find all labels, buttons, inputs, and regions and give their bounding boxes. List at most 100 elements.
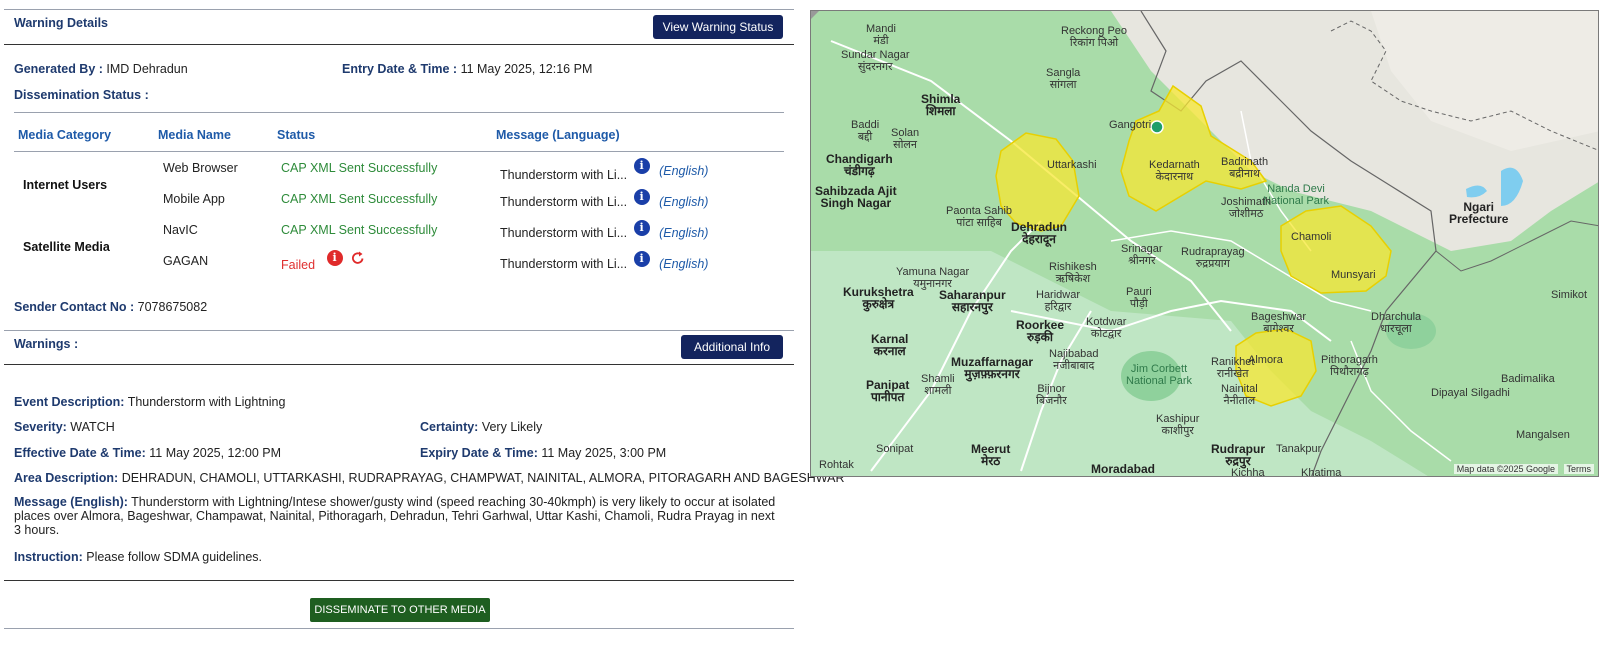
language-link[interactable]: (English) xyxy=(659,189,708,209)
map-label: Almora xyxy=(1248,354,1283,366)
map-label: Reckong Peo रिकांग पिओ xyxy=(1061,25,1128,49)
event-description: Event Description: Thunderstorm with Lig… xyxy=(14,395,286,409)
map-label: Mangalsen xyxy=(1516,429,1570,441)
entry-date: Entry Date & Time : 11 May 2025, 12:16 P… xyxy=(342,62,593,76)
view-warning-status-button[interactable]: View Warning Status xyxy=(653,15,783,39)
language-link[interactable]: (English) xyxy=(659,251,708,271)
map-terms-link[interactable]: Terms xyxy=(1563,464,1594,474)
message-text: Thunderstorm with Li... xyxy=(500,257,628,271)
media-name: Web Browser xyxy=(163,161,238,175)
divider xyxy=(4,628,794,629)
map-label: Kashipur काशीपुर xyxy=(1156,413,1200,437)
info-icon[interactable]: i xyxy=(633,220,650,236)
info-icon[interactable]: i xyxy=(633,251,650,267)
map-label: Najibabad नजीबाबाद xyxy=(1049,348,1099,372)
divider xyxy=(4,580,794,581)
message-text: Thunderstorm with Li... xyxy=(500,167,628,182)
media-name: GAGAN xyxy=(163,254,209,268)
expiry-date: Expiry Date & Time: 11 May 2025, 3:00 PM xyxy=(420,446,667,460)
map-label: Shamli शामली xyxy=(921,373,955,397)
map-label: Rudrapur रुद्रपुर xyxy=(1211,442,1265,468)
map-canvas xyxy=(811,11,1598,476)
map-label: Baddi बद्दी xyxy=(851,119,880,143)
status-text: CAP XML Sent Successfully xyxy=(281,192,438,206)
message-text: Thunderstorm with Li... xyxy=(500,195,628,209)
map-label: Muzaffarnagar मुज़फ़्फ़रनगर xyxy=(951,355,1034,381)
media-name: Mobile App xyxy=(163,192,225,206)
map-label: Panipat पानीपत xyxy=(866,378,910,404)
col-header-media-category: Media Category xyxy=(18,128,112,142)
info-icon[interactable]: i xyxy=(633,189,650,205)
map-label: Munsyari xyxy=(1331,269,1376,281)
col-header-status: Status xyxy=(277,128,316,142)
map-label: Bageshwar बागेश्वर xyxy=(1251,311,1307,335)
table-header-border xyxy=(14,151,784,152)
map-label: Sundar Nagar सुंदरनगर xyxy=(841,49,910,73)
map-label: Kurukshetra कुरुक्षेत्र xyxy=(843,285,914,311)
instruction: Instruction: Please follow SDMA guidelin… xyxy=(14,550,263,564)
divider xyxy=(4,44,794,45)
map-label: Karnal करनाल xyxy=(871,332,909,358)
message-english: Message (English): Thunderstorm with Lig… xyxy=(14,495,776,537)
message-cell: Thunderstorm with Li... i (English) xyxy=(500,189,708,209)
map-label: Joshimath जोशीमठ xyxy=(1221,196,1272,220)
message-cell: Thunderstorm with Li... i (English) xyxy=(500,158,708,182)
divider xyxy=(4,330,794,331)
table-top-border xyxy=(14,112,784,113)
media-name: NavIC xyxy=(163,223,198,237)
category-satellite-media: Satellite Media xyxy=(23,240,110,254)
info-icon[interactable]: i xyxy=(633,158,650,174)
map-label: Pauri पौड़ी xyxy=(1126,286,1152,310)
map-label: Nanda Devi National Park xyxy=(1263,183,1330,207)
message-cell: Thunderstorm with Li... i (English) xyxy=(500,251,708,271)
retry-icon[interactable] xyxy=(351,251,365,269)
map-label: Bijnor बिजनौर xyxy=(1036,383,1067,407)
map-label: Tanakpur xyxy=(1276,443,1322,455)
status-cell: Failed i xyxy=(281,250,365,272)
map-label: Kichha xyxy=(1231,467,1265,477)
warning-area-map[interactable]: Reckong Peo रिकांग पिओ Sangla सांगला Mandi… xyxy=(810,10,1599,477)
map-label: Meerut मेरठ xyxy=(971,442,1011,468)
map-label: Pithoragarh पिथौरागढ़ xyxy=(1321,354,1378,378)
col-header-message: Message (Language) xyxy=(496,128,620,142)
divider xyxy=(4,9,794,10)
effective-date: Effective Date & Time: 11 May 2025, 12:0… xyxy=(14,446,282,460)
warning-panel: Warning Details View Warning Status Gene… xyxy=(4,0,844,650)
status-text: CAP XML Sent Successfully xyxy=(281,223,438,237)
map-label: Uttarkashi xyxy=(1047,159,1097,171)
language-link[interactable]: (English) xyxy=(659,220,708,240)
map-label: Sonipat xyxy=(876,443,914,455)
map-label: Khatima xyxy=(1301,467,1342,477)
warnings-title: Warnings : xyxy=(14,337,79,351)
map-label: Dehradun देहरादून xyxy=(1011,220,1068,246)
status-text-failed: Failed xyxy=(281,258,316,272)
map-label: Rohtak xyxy=(819,459,854,471)
map-label: Roorkee रुड़की xyxy=(1016,318,1065,344)
section-title: Warning Details xyxy=(14,16,108,30)
additional-info-button[interactable]: Additional Info xyxy=(681,335,783,359)
map-label: Srinagar श्रीनगर xyxy=(1121,243,1163,267)
message-text: Thunderstorm with Li... xyxy=(500,226,628,240)
col-header-media-name: Media Name xyxy=(158,128,231,142)
map-label: Solan सोलन xyxy=(891,127,920,151)
map-label: Paonta Sahib पांटा साहिब xyxy=(946,205,1013,229)
disseminate-button[interactable]: DISSEMINATE TO OTHER MEDIA xyxy=(310,598,490,622)
generated-by: Generated By : IMD Dehradun xyxy=(14,62,188,76)
sender-contact: Sender Contact No : 7078675082 xyxy=(14,300,208,314)
map-label: Chandigarh चंडीगढ़ xyxy=(826,152,893,178)
map-label: Badrinath बद्रीनाथ xyxy=(1221,156,1269,180)
map-label: Dharchula धारचूला xyxy=(1371,311,1422,335)
error-info-icon[interactable]: i xyxy=(326,250,343,266)
language-link[interactable]: (English) xyxy=(659,158,708,178)
map-label: Chamoli xyxy=(1291,231,1332,243)
area-description: Area Description: DEHRADUN, CHAMOLI, UTT… xyxy=(14,471,845,485)
category-internet-users: Internet Users xyxy=(23,178,108,192)
map-label: Jim Corbett National Park xyxy=(1126,363,1193,387)
map-label: Kedarnath केदारनाथ xyxy=(1149,159,1200,183)
map-label: Moradabad xyxy=(1091,462,1156,476)
map-label: Sahibzada Ajit Singh Nagar xyxy=(815,184,897,210)
certainty: Certainty: Very Likely xyxy=(420,420,543,434)
dissemination-status-label: Dissemination Status : xyxy=(14,88,149,102)
severity: Severity: WATCH xyxy=(14,420,115,434)
map-label: Gangotri xyxy=(1109,119,1152,131)
